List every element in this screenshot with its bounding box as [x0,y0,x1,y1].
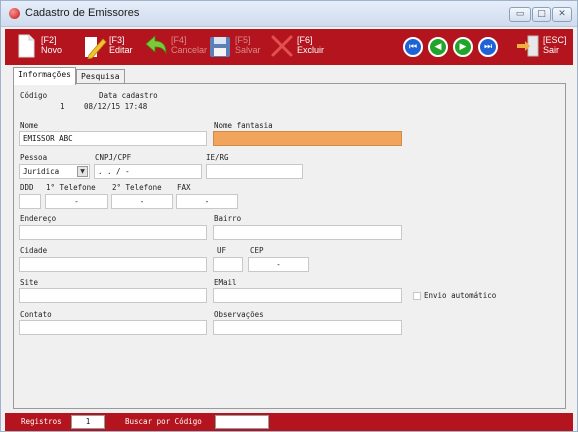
next-record-button[interactable]: ▶ [453,37,473,57]
app-icon [9,8,20,19]
minimize-button[interactable]: ▭ [509,7,531,22]
salvar-label: Salvar [235,45,261,55]
ddd-label: DDD [20,183,34,192]
bairro-field[interactable] [213,225,402,240]
contato-field[interactable] [19,320,207,335]
ddd-field[interactable] [19,194,41,209]
salvar-key: [F5] [235,35,251,45]
email-field[interactable] [213,288,402,303]
editar-label: Editar [109,45,133,55]
last-record-button[interactable]: ⏭ [478,37,498,57]
form-panel: Código Data cadastro 1 08/12/15 17:48 No… [13,83,566,409]
first-record-button[interactable]: ⏮ [403,37,423,57]
pessoa-select[interactable]: Juridica ▼ [19,164,90,179]
editar-key: [F3] [109,35,125,45]
cep-field[interactable]: - [248,257,309,272]
chevron-down-icon[interactable]: ▼ [77,166,88,177]
main-window: Cadastro de Emissores ▭ □ ✕ [F2] Novo [F… [0,0,578,432]
document-new-icon [18,34,35,58]
window-title: Cadastro de Emissores [25,7,140,19]
uf-field[interactable] [213,257,243,272]
nome-field[interactable]: EMISSOR ABC [19,131,207,146]
pessoa-label: Pessoa [20,153,48,162]
ie-rg-field[interactable] [206,164,303,179]
excluir-key: [F6] [297,35,313,45]
observacoes-label: Observações [214,310,264,319]
email-label: EMail [214,278,237,287]
telefone1-field[interactable]: - [45,194,108,209]
sair-button[interactable]: [ESC] Sair [515,29,571,65]
buscar-codigo-input[interactable] [215,415,269,429]
cancelar-label: Cancelar [171,45,208,55]
endereco-label: Endereço [20,214,57,223]
sair-key: [ESC] [543,35,567,45]
novo-button[interactable]: [F2] Novo [13,29,65,65]
undo-arrow-icon [145,35,167,55]
observacoes-field[interactable] [213,320,402,335]
cancelar-key: [F4] [171,35,187,45]
envio-automatico-label: Envio automático [424,291,497,300]
pencil-icon [85,37,107,59]
exit-door-icon [517,35,539,57]
cnpj-cpf-label: CNPJ/CPF [95,153,132,162]
ie-rg-label: IE/RG [206,153,229,162]
toolbar: [F2] Novo [F3] Editar [F4] Cancelar [F5]… [5,29,573,65]
cnpj-cpf-field[interactable]: . . / - [94,164,202,179]
nome-fantasia-label: Nome fantasia [214,121,273,130]
codigo-label: Código [20,91,48,100]
registros-label: Registros [21,417,62,426]
floppy-disk-icon [210,37,230,57]
site-label: Site [20,278,39,287]
tab-informacoes[interactable]: Informações [13,67,76,85]
fax-label: FAX [177,183,191,192]
salvar-button[interactable]: [F5] Salvar [207,29,265,65]
nome-fantasia-field[interactable] [213,131,402,146]
registros-count: 1 [71,415,105,429]
cancelar-button[interactable]: [F4] Cancelar [143,29,208,65]
scissors-icon [271,35,293,57]
codigo-value: 1 [60,102,65,111]
contato-label: Contato [20,310,52,319]
cidade-field[interactable] [19,257,207,272]
editar-button[interactable]: [F3] Editar [81,29,137,65]
endereco-field[interactable] [19,225,207,240]
fax-field[interactable]: - [176,194,238,209]
title-bar: Cadastro de Emissores ▭ □ ✕ [1,1,577,27]
telefone2-field[interactable]: - [111,194,173,209]
uf-label: UF [217,246,227,255]
buscar-codigo-label: Buscar por Código [125,417,202,426]
nome-label: Nome [20,121,39,130]
envio-automatico-checkbox[interactable] [413,292,421,300]
pessoa-select-value: Juridica [23,167,60,176]
excluir-button[interactable]: [F6] Excluir [269,29,327,65]
data-cadastro-value: 08/12/15 17:48 [84,102,148,111]
novo-label: Novo [41,45,63,55]
sair-label: Sair [543,45,560,55]
site-field[interactable] [19,288,207,303]
cep-label: CEP [250,246,264,255]
content-area: Informações Pesquisa Código Data cadastr… [5,65,573,413]
status-bar: Registros 1 Buscar por Código [5,413,573,431]
data-cadastro-label: Data cadastro [99,91,158,100]
telefone1-label: 1° Telefone [46,183,96,192]
bairro-label: Bairro [214,214,242,223]
novo-key: [F2] [41,35,57,45]
telefone2-label: 2° Telefone [112,183,162,192]
maximize-button[interactable]: □ [532,7,551,22]
previous-record-button[interactable]: ◀ [428,37,448,57]
excluir-label: Excluir [297,45,325,55]
cidade-label: Cidade [20,246,48,255]
close-button[interactable]: ✕ [552,7,572,22]
